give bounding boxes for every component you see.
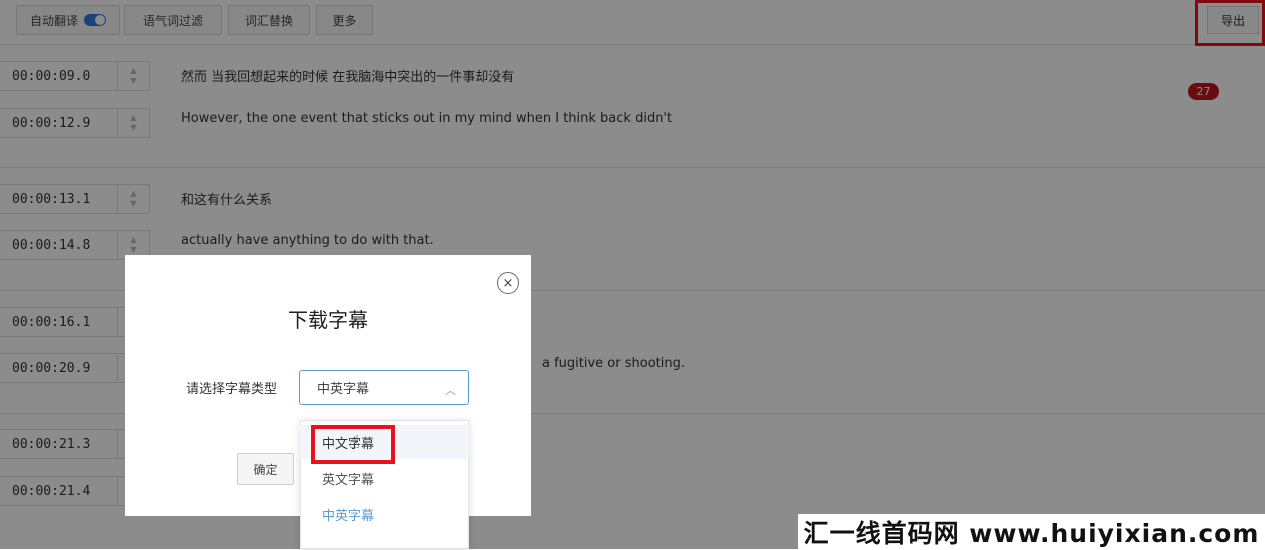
option-bilingual-subtitle[interactable]: 中英字幕: [300, 497, 469, 531]
subtitle-type-select[interactable]: 中英字幕: [299, 370, 469, 405]
close-icon-glyph: ×: [502, 275, 514, 291]
select-value: 中英字幕: [317, 382, 370, 397]
hand-cursor-icon: ☝: [349, 432, 360, 453]
close-icon[interactable]: ×: [497, 272, 519, 294]
dialog-title: 下载字幕: [288, 308, 368, 332]
chevron-up-icon[interactable]: ︿: [445, 382, 456, 398]
subtitle-type-label: 请选择字幕类型: [186, 382, 278, 397]
watermark: 汇一线首码网 www.huiyixian.com: [798, 514, 1265, 549]
confirm-button[interactable]: 确定: [237, 453, 294, 485]
option-label: 英文字幕: [322, 472, 375, 488]
confirm-label: 确定: [253, 462, 278, 477]
option-label: 中英字幕: [322, 508, 375, 524]
option-english-subtitle[interactable]: 英文字幕: [300, 461, 469, 495]
